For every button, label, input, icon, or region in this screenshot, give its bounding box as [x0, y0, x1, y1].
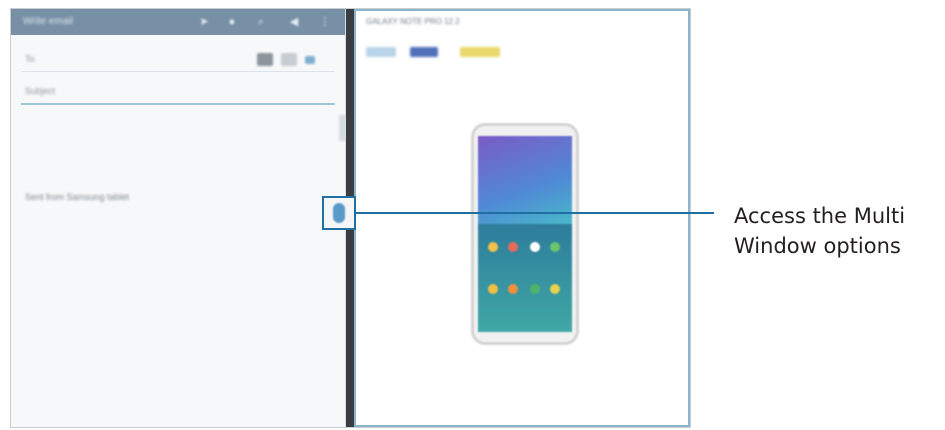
cc-bcc-toggle[interactable]: [281, 53, 297, 66]
app-icon: [530, 242, 540, 252]
email-compose-pane[interactable]: Write email ➤ ● ⌕ ◀ ⋮ To Subject Sent fr…: [11, 9, 347, 427]
multi-window-handle-highlight: [322, 196, 356, 230]
email-app-bar: Write email ➤ ● ⌕ ◀ ⋮: [11, 9, 345, 35]
app-icon: [488, 284, 498, 294]
callout-line-2: Window options: [734, 234, 901, 258]
app-icon: [550, 284, 560, 294]
subject-label: Subject: [25, 86, 56, 96]
phone-home-screen: [478, 224, 572, 332]
multi-window-handle-icon[interactable]: [333, 203, 345, 223]
app-icon: [508, 242, 518, 252]
more-icon[interactable]: ⋮: [318, 15, 332, 29]
to-label: To: [25, 54, 35, 64]
to-field[interactable]: To: [21, 49, 335, 72]
phone-wallpaper: [478, 136, 572, 224]
app-icon: [550, 242, 560, 252]
app-icon: [530, 284, 540, 294]
phone-display: [478, 136, 572, 332]
callout-line-1: Access the Multi: [734, 204, 906, 228]
color-option-gold[interactable]: [460, 47, 500, 57]
send-icon[interactable]: ➤: [197, 15, 211, 29]
app-icon: [508, 284, 518, 294]
browser-pane[interactable]: GALAXY NOTE PRO 12.2: [354, 9, 690, 427]
attach-icon[interactable]: ●: [225, 15, 239, 29]
email-body-signature[interactable]: Sent from Samsung tablet: [25, 192, 129, 202]
phone-product-image: [471, 123, 579, 345]
color-option-blue[interactable]: [410, 47, 438, 57]
color-option-white[interactable]: [366, 47, 396, 57]
web-page-heading: GALAXY NOTE PRO 12.2: [366, 17, 460, 26]
mute-icon[interactable]: ◀: [287, 15, 301, 29]
email-app-title: Write email: [23, 16, 73, 27]
subject-field[interactable]: Subject: [21, 81, 335, 105]
contact-icon[interactable]: [257, 53, 273, 66]
callout-label: Access the Multi Window options: [734, 201, 939, 261]
search-icon[interactable]: ⌕: [254, 15, 268, 29]
chevron-down-icon[interactable]: [305, 56, 315, 64]
app-icon: [488, 242, 498, 252]
callout-line: [356, 212, 714, 214]
